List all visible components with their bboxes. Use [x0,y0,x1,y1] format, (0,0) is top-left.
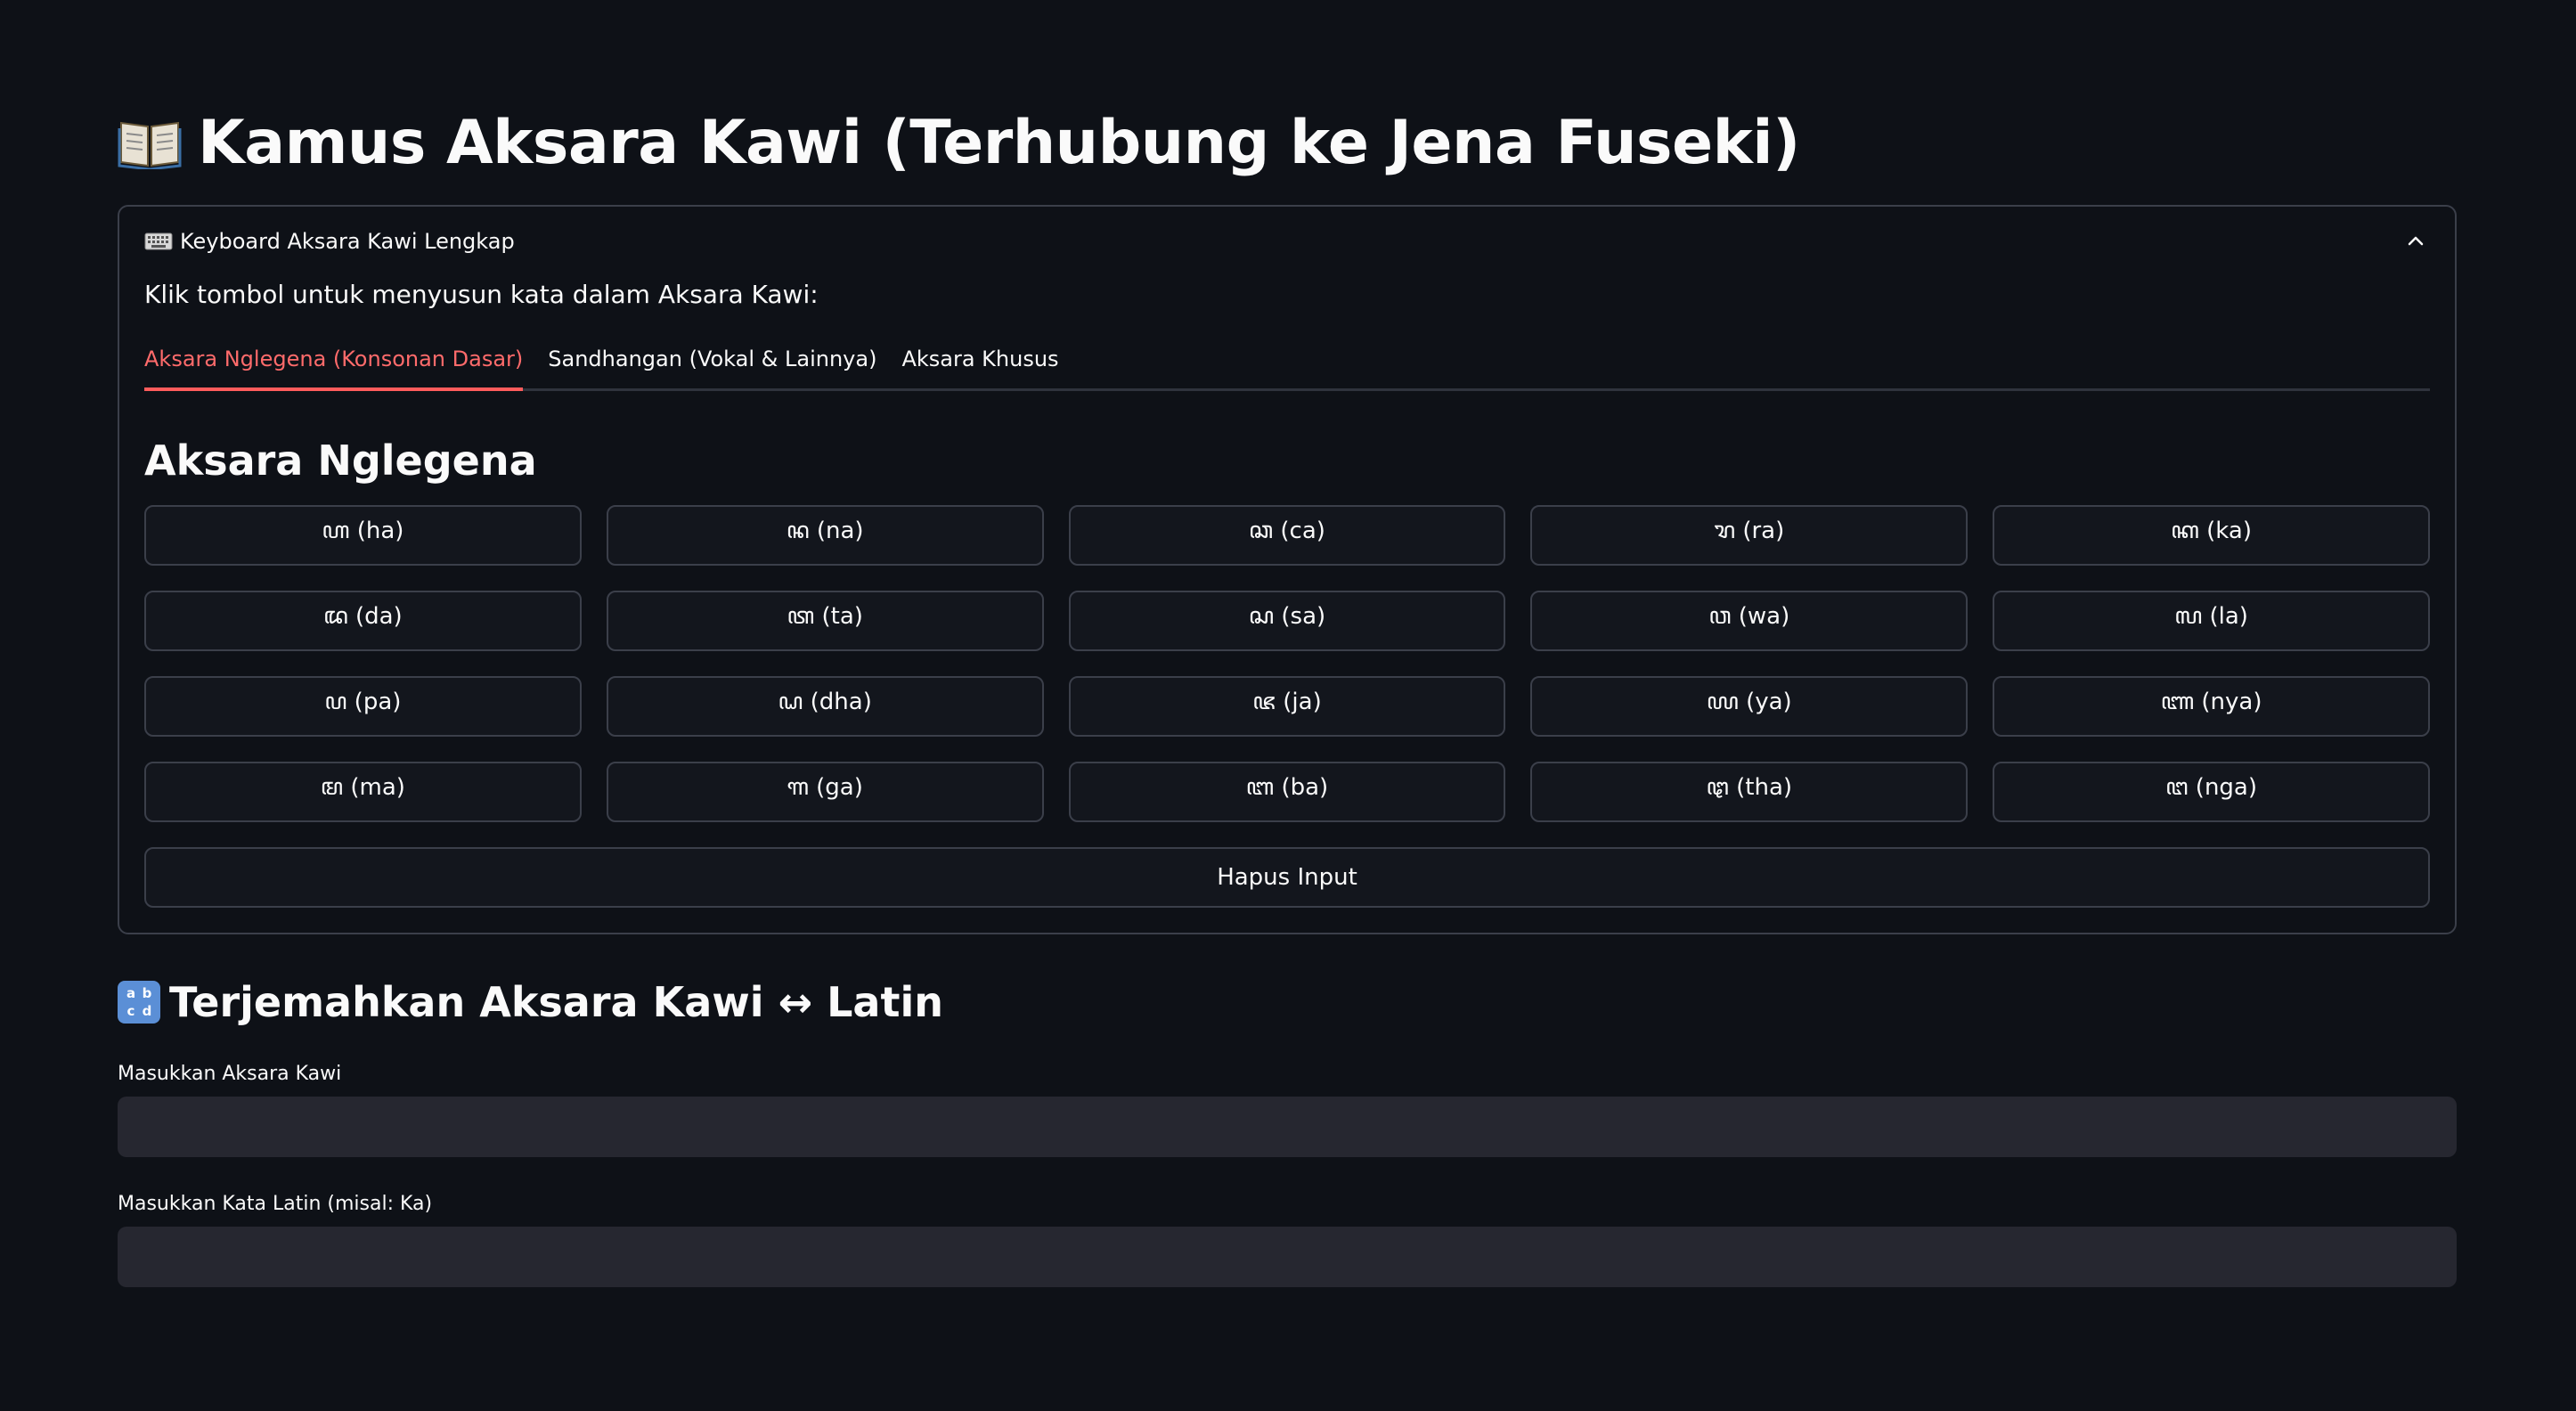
key-da-button[interactable]: ꦢ (da) [144,591,582,651]
key-la-button[interactable]: ꦭ (la) [1993,591,2430,651]
latin-input[interactable] [118,1227,2457,1287]
key-ya-button[interactable]: ꦪ (ya) [1530,676,1969,737]
key-wa-button[interactable]: ꦮ (wa) [1530,591,1969,651]
key-ga-button[interactable]: ꦒ (ga) [606,762,1044,822]
translate-title: abcd Terjemahkan Aksara Kawi ↔ Latin [118,975,2457,1029]
keyboard-icon [144,232,173,250]
key-ma-button[interactable]: ꦩ (ma) [144,762,582,822]
key-ta-button[interactable]: ꦠ (ta) [606,591,1044,651]
key-sa-button[interactable]: ꦱ (sa) [1068,591,1506,651]
key-ca-button[interactable]: ꦕ (ca) [1068,505,1506,566]
tab-nglegena[interactable]: Aksara Nglegena (Konsonan Dasar) [144,335,524,391]
key-dha-button[interactable]: ꦝ (dha) [606,676,1044,737]
expander-label: Keyboard Aksara Kawi Lengkap [180,229,515,254]
expander-header-left: Keyboard Aksara Kawi Lengkap [144,229,515,254]
app-page: Kamus Aksara Kawi (Terhubung ke Jena Fus… [0,0,2576,1411]
key-nya-button[interactable]: ꦚ (nya) [1993,676,2430,737]
page-title: Kamus Aksara Kawi (Terhubung ke Jena Fus… [118,98,2457,187]
keyboard-expander: Keyboard Aksara Kawi Lengkap Klik tombol… [118,205,2457,934]
tab-sandhangan[interactable]: Sandhangan (Vokal & Lainnya) [548,335,876,388]
open-book-icon [118,121,182,169]
key-ka-button[interactable]: ꦏ (ka) [1993,505,2430,566]
key-nga-button[interactable]: ꦔ (nga) [1993,762,2430,822]
key-tha-button[interactable]: ꦛ (tha) [1530,762,1969,822]
latin-input-label: Masukkan Kata Latin (misal: Ka) [118,1193,433,1215]
chevron-up-icon[interactable] [2405,231,2426,252]
tab-bar: Aksara Nglegena (Konsonan Dasar) Sandhan… [144,335,2430,391]
clear-input-button[interactable]: Hapus Input [144,847,2430,908]
kawi-input-label: Masukkan Aksara Kawi [118,1063,342,1085]
expander-header[interactable]: Keyboard Aksara Kawi Lengkap [144,207,2430,276]
abcd-icon: abcd [118,981,160,1024]
translate-title-text: Terjemahkan Aksara Kawi ↔ Latin [169,978,943,1026]
section-title: Aksara Nglegena [144,436,537,485]
keyboard-instruction: Klik tombol untuk menyusun kata dalam Ak… [144,280,819,309]
kawi-input[interactable] [118,1097,2457,1157]
page-title-text: Kamus Aksara Kawi (Terhubung ke Jena Fus… [198,107,1800,178]
key-ra-button[interactable]: ꦫ (ra) [1530,505,1969,566]
key-pa-button[interactable]: ꦥ (pa) [144,676,582,737]
key-ha-button[interactable]: ꦲ (ha) [144,505,582,566]
tab-aksara-khusus[interactable]: Aksara Khusus [901,335,1058,388]
key-na-button[interactable]: ꦤ (na) [606,505,1044,566]
key-ja-button[interactable]: ꦗ (ja) [1068,676,1506,737]
key-ba-button[interactable]: ꦧ (ba) [1068,762,1506,822]
main-content: Kamus Aksara Kawi (Terhubung ke Jena Fus… [118,98,2457,1287]
aksara-key-grid: ꦲ (ha) ꦤ (na) ꦕ (ca) ꦫ (ra) ꦏ (ka) ꦢ (da… [144,505,2430,822]
